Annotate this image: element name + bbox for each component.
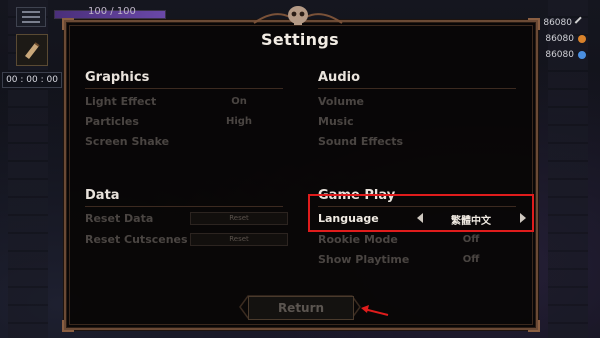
setting-show-playtime[interactable]: Show Playtime: [318, 253, 409, 266]
hp-text: 100 / 100: [88, 6, 136, 17]
audio-header: Audio: [318, 70, 361, 85]
dialog-title: Settings: [261, 30, 339, 49]
divider: [85, 88, 283, 89]
crossed-swords-icon: [574, 16, 588, 29]
playtime-timer: 00 : 00 : 00: [2, 72, 62, 88]
resource-value: 86080: [543, 18, 572, 28]
resource-counter: 86080: [545, 50, 586, 60]
graphics-header: Graphics: [85, 70, 150, 85]
setting-reset-cutscenes: Reset Cutscenes: [85, 233, 188, 246]
reset-cutscenes-button[interactable]: Reset: [190, 233, 288, 246]
divider: [85, 206, 283, 207]
data-header: Data: [85, 188, 120, 203]
language-highlight-box: [308, 194, 534, 232]
setting-value[interactable]: On: [220, 96, 258, 107]
setting-value[interactable]: Off: [452, 254, 490, 265]
resource-value: 86080: [545, 50, 574, 60]
setting-screen-shake[interactable]: Screen Shake: [85, 135, 169, 148]
setting-reset-data: Reset Data: [85, 212, 154, 225]
blue-orb-icon: [578, 50, 586, 59]
setting-light-effect[interactable]: Light Effect: [85, 95, 156, 108]
return-button[interactable]: Return: [248, 296, 354, 320]
reset-data-button[interactable]: Reset: [190, 212, 288, 225]
setting-music[interactable]: Music: [318, 115, 354, 128]
resource-counter: 86080: [543, 16, 588, 29]
red-arrow-annotation-icon: [361, 305, 389, 316]
setting-sound-effects[interactable]: Sound Effects: [318, 135, 403, 148]
setting-value[interactable]: Off: [452, 234, 490, 245]
setting-volume[interactable]: Volume: [318, 95, 364, 108]
setting-rookie-mode[interactable]: Rookie Mode: [318, 233, 398, 246]
skull-ornament-icon: [253, 6, 343, 25]
menu-icon[interactable]: [16, 7, 46, 27]
setting-value[interactable]: High: [220, 116, 258, 127]
setting-particles[interactable]: Particles: [85, 115, 139, 128]
divider: [318, 88, 516, 89]
settings-dialog: [62, 18, 540, 332]
